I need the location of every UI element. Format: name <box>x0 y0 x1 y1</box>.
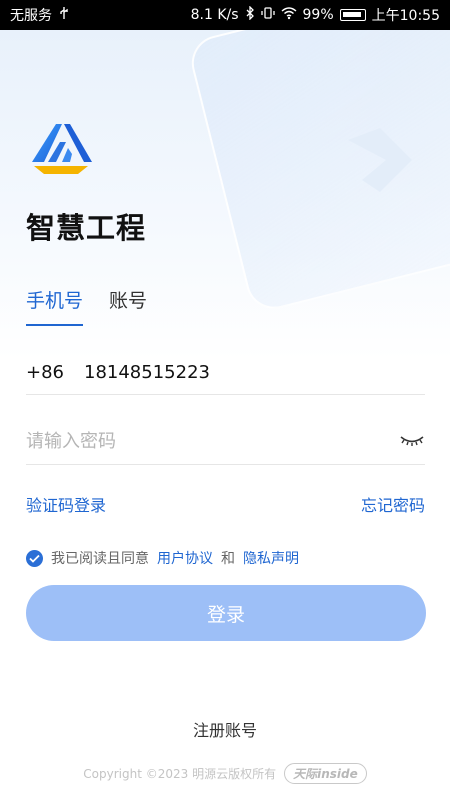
user-agreement-link[interactable]: 用户协议 <box>157 548 213 568</box>
register-link[interactable]: 注册账号 <box>0 717 450 741</box>
app-logo-icon <box>32 124 92 174</box>
tianji-inside-logo: 天际 inside <box>284 763 367 784</box>
tab-phone[interactable]: 手机号 <box>26 286 84 326</box>
status-bar: 无服务 8.1 K/s 99% 上午10:55 <box>0 0 450 30</box>
tab-account[interactable]: 账号 <box>109 286 147 326</box>
battery-percent: 99% <box>302 7 334 23</box>
decorative-arrow-icon <box>348 128 412 192</box>
country-code[interactable]: +86 <box>26 362 64 383</box>
clock: 上午10:55 <box>371 8 440 24</box>
eye-closed-icon[interactable] <box>399 434 425 448</box>
agreement-and: 和 <box>221 551 235 567</box>
login-tabs: 手机号 账号 <box>26 286 147 326</box>
wifi-icon <box>281 6 297 24</box>
badge-main: 天际 <box>293 767 318 781</box>
agreement-row: 我已阅读且同意 用户协议 和 隐私声明 <box>26 548 299 568</box>
forgot-password-link[interactable]: 忘记密码 <box>361 492 425 516</box>
network-speed: 8.1 K/s <box>190 7 239 23</box>
sms-login-link[interactable]: 验证码登录 <box>26 492 106 516</box>
carrier-label: 无服务 <box>10 8 52 24</box>
agreement-checkbox[interactable] <box>26 549 43 567</box>
phone-input[interactable] <box>84 361 425 383</box>
login-button[interactable]: 登录 <box>26 585 426 641</box>
login-links: 验证码登录 忘记密码 <box>26 492 425 516</box>
agreement-prefix: 我已阅读且同意 <box>51 551 149 567</box>
bluetooth-icon <box>245 5 255 24</box>
password-input[interactable] <box>26 430 393 452</box>
privacy-link[interactable]: 隐私声明 <box>243 548 299 568</box>
battery-icon <box>339 9 366 21</box>
footer: Copyright ©2023 明源云版权所有 天际 inside <box>0 763 450 784</box>
copyright-text: Copyright ©2023 明源云版权所有 <box>83 767 277 781</box>
app-title: 智慧工程 <box>26 211 147 245</box>
phone-field: +86 <box>26 350 425 395</box>
check-icon <box>29 554 40 563</box>
badge-suffix: inside <box>317 766 358 781</box>
password-field <box>26 418 425 465</box>
usb-icon <box>58 6 70 24</box>
vibrate-icon <box>260 6 275 24</box>
